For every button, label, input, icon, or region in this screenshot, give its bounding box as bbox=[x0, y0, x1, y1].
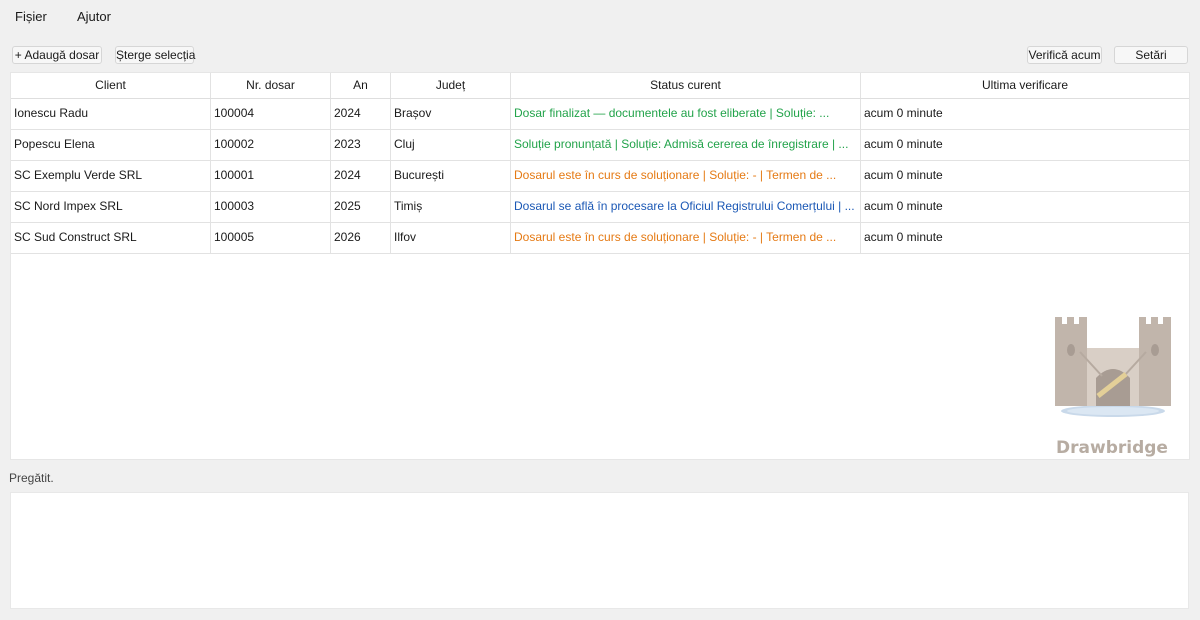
column-header-status[interactable]: Status curent bbox=[511, 73, 861, 98]
cell-last-check: acum 0 minute bbox=[864, 199, 943, 213]
log-area[interactable] bbox=[10, 492, 1189, 609]
cell-client: Ionescu Radu bbox=[11, 99, 211, 129]
cell-case-number: 100001 bbox=[211, 161, 331, 191]
add-case-button[interactable]: + Adaugă dosar bbox=[12, 46, 102, 64]
cell-county: Timiș bbox=[391, 192, 511, 222]
cell-status: Dosar finalizat — documentele au fost el… bbox=[511, 99, 861, 129]
table-row[interactable]: SC Exemplu Verde SRL 100001 2024 Bucureș… bbox=[11, 161, 1189, 192]
column-header-client[interactable]: Client bbox=[11, 73, 211, 98]
table-row[interactable]: SC Sud Construct SRL 100005 2026 Ilfov D… bbox=[11, 223, 1189, 254]
cell-status: Dosarul este în curs de soluționare | So… bbox=[511, 223, 861, 253]
cell-client: SC Sud Construct SRL bbox=[11, 223, 211, 253]
castle-icon bbox=[1055, 317, 1171, 417]
cell-client: SC Exemplu Verde SRL bbox=[11, 161, 211, 191]
settings-button[interactable]: Setări bbox=[1114, 46, 1188, 64]
cell-last-check: acum 0 minute bbox=[864, 106, 943, 120]
cell-year: 2026 bbox=[331, 223, 391, 253]
cell-county: Cluj bbox=[391, 130, 511, 160]
cell-case-number: 100004 bbox=[211, 99, 331, 129]
delete-selection-button[interactable]: Șterge selecția bbox=[115, 46, 195, 64]
cell-year: 2024 bbox=[331, 161, 391, 191]
cell-year: 2023 bbox=[331, 130, 391, 160]
drawbridge-logo: Drawbridge bbox=[1050, 312, 1174, 458]
check-now-button[interactable]: Verifică acum bbox=[1027, 46, 1102, 64]
column-header-case-number[interactable]: Nr. dosar bbox=[211, 73, 331, 98]
cell-case-number: 100002 bbox=[211, 130, 331, 160]
cell-year: 2025 bbox=[331, 192, 391, 222]
cell-case-number: 100005 bbox=[211, 223, 331, 253]
cell-last-check: acum 0 minute bbox=[864, 168, 943, 182]
cell-year: 2024 bbox=[331, 99, 391, 129]
menu-file[interactable]: Fișier bbox=[15, 9, 47, 24]
cell-status: Dosarul este în curs de soluționare | So… bbox=[511, 161, 861, 191]
table-row[interactable]: Popescu Elena 100002 2023 Cluj Soluție p… bbox=[11, 130, 1189, 161]
table-row[interactable]: SC Nord Impex SRL 100003 2025 Timiș Dosa… bbox=[11, 192, 1189, 223]
cell-client: SC Nord Impex SRL bbox=[11, 192, 211, 222]
cell-last-check: acum 0 minute bbox=[864, 137, 943, 151]
cases-table[interactable]: Client Nr. dosar An Județ Status curent … bbox=[10, 72, 1190, 460]
cell-county: Brașov bbox=[391, 99, 511, 129]
menu-help[interactable]: Ajutor bbox=[77, 9, 111, 24]
logo-text: Drawbridge bbox=[1056, 438, 1168, 458]
menu-bar: Fișier Ajutor bbox=[0, 0, 1200, 32]
cell-case-number: 100003 bbox=[211, 192, 331, 222]
cell-client: Popescu Elena bbox=[11, 130, 211, 160]
column-header-year[interactable]: An bbox=[331, 73, 391, 98]
column-header-county[interactable]: Județ bbox=[391, 73, 511, 98]
cell-status: Soluție pronunțată | Soluție: Admisă cer… bbox=[511, 130, 861, 160]
column-header-last-check[interactable]: Ultima verificare bbox=[861, 73, 1189, 98]
cell-status: Dosarul se află în procesare la Oficiul … bbox=[511, 192, 861, 222]
cell-last-check: acum 0 minute bbox=[864, 230, 943, 244]
cell-county: București bbox=[391, 161, 511, 191]
table-header: Client Nr. dosar An Județ Status curent … bbox=[11, 73, 1189, 99]
table-row[interactable]: Ionescu Radu 100004 2024 Brașov Dosar fi… bbox=[11, 99, 1189, 130]
cell-county: Ilfov bbox=[391, 223, 511, 253]
status-text: Pregătit. bbox=[9, 471, 54, 485]
